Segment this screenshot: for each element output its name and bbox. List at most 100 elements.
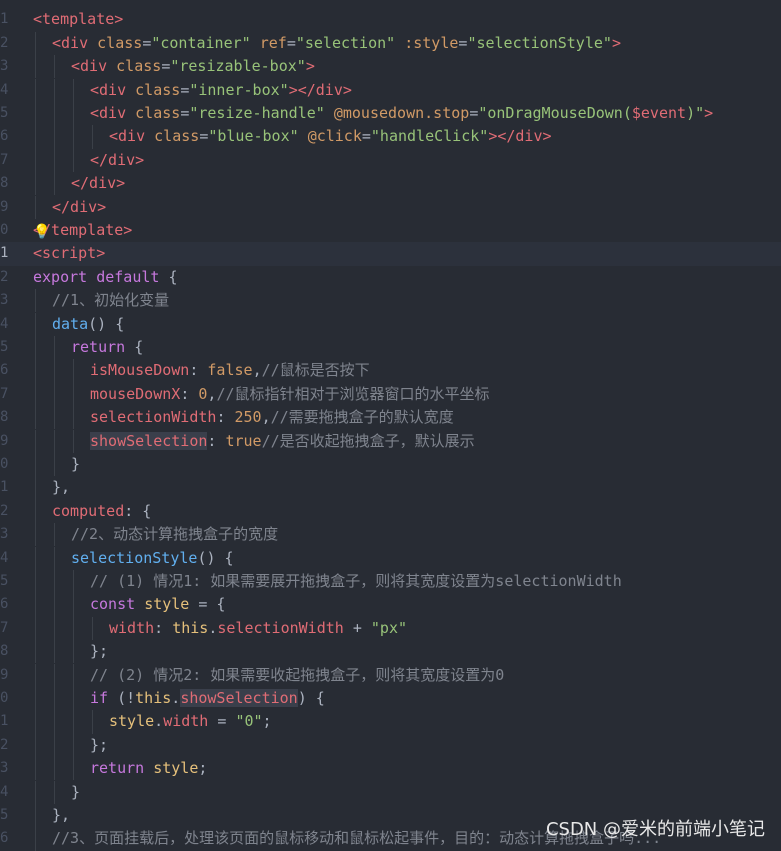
code-line[interactable]: 8 </div> <box>0 172 781 196</box>
code-line[interactable]: 8}; <box>0 640 781 664</box>
code-line[interactable]: 4} <box>0 780 781 804</box>
code-line[interactable]: 3 //1、初始化变量 <box>0 289 781 313</box>
code-token: = <box>208 712 236 731</box>
code-token: () { <box>88 314 125 333</box>
code-text: </div> <box>90 149 144 172</box>
code-token: "onDragMouseDown( <box>478 103 632 122</box>
indent-guide <box>35 546 36 570</box>
line-number: 3 <box>0 292 9 309</box>
code-line[interactable]: 2 <div class="container" ref="selection" … <box>0 31 781 56</box>
code-text: style.width = "0"; <box>109 710 272 733</box>
code-line[interactable]: 5 // (1) 情况1: 如果需要展开拖拽盒子，则将其宽度设置为selectio… <box>0 569 781 594</box>
code-token: = <box>180 80 190 99</box>
line-number: 1 <box>0 11 9 28</box>
indent-guide <box>35 382 36 407</box>
indent-guide <box>35 452 36 477</box>
indent-guide <box>54 523 55 547</box>
code-token: : <box>216 408 235 427</box>
lightbulb-icon[interactable]: 💡 <box>33 221 50 244</box>
code-line[interactable]: 1 style.width = "0"; <box>0 710 781 734</box>
line-number: 0 <box>0 689 9 706</box>
line-number: 8 <box>0 175 9 192</box>
indent-guide <box>73 710 74 734</box>
code-line[interactable]: 3 return style; <box>0 757 781 781</box>
indent-guide <box>92 710 93 734</box>
code-line[interactable]: 7 width: this.selectionWidth + "px" <box>0 616 781 641</box>
code-token: <div <box>71 57 117 76</box>
code-line[interactable]: 4 <div class="inner-box"></div> <box>0 78 781 102</box>
indent-guide <box>54 172 55 196</box>
code-line[interactable]: 6 const style = { <box>0 593 781 617</box>
line-number: 3 <box>0 58 9 75</box>
line-number: 3 <box>0 526 9 543</box>
indent-guide <box>35 476 36 500</box>
indent-guide <box>35 686 36 711</box>
code-line[interactable]: 5 <div class="resize-handle" @mousedown.s… <box>0 101 781 126</box>
code-line[interactable]: 4 data() { <box>0 312 781 336</box>
code-token: . <box>171 688 181 707</box>
code-line[interactable]: 3 //2、动态计算拖拽盒子的宽度 <box>0 523 781 547</box>
code-token: showSelection <box>90 431 208 450</box>
indent-guide <box>35 593 36 617</box>
code-line[interactable]: 7 </div> <box>0 148 781 173</box>
line-number: 2 <box>0 34 9 51</box>
line-number: 2 <box>0 502 9 519</box>
code-line[interactable]: 6 <div class="blue-box" @click="handleCli… <box>0 125 781 149</box>
code-line[interactable]: 0} <box>0 452 781 477</box>
code-token: <div <box>109 127 155 146</box>
code-token: "selection" <box>295 33 396 52</box>
code-line[interactable]: 3 <div class="resizable-box"> <box>0 55 781 79</box>
code-text: computed: { <box>52 500 151 523</box>
code-line[interactable]: 2 export default { <box>0 266 781 289</box>
indent-guide <box>35 125 36 149</box>
code-token: selectionStyle <box>71 548 198 567</box>
code-text: <div class="inner-box"></div> <box>90 79 352 102</box>
code-line[interactable]: 9 showSelection: true//是否收起拖拽盒子，默认展示 <box>0 429 781 453</box>
code-line[interactable]: 2}; <box>0 733 781 758</box>
code-line[interactable]: 6 isMouseDown: false,//鼠标是否按下 <box>0 359 781 383</box>
code-token: </div> <box>52 197 107 216</box>
indent-guide <box>35 31 36 56</box>
code-line[interactable]: 2 computed: { <box>0 499 781 524</box>
code-text: showSelection: true//是否收起拖拽盒子，默认展示 <box>90 430 475 453</box>
code-token: , <box>252 361 262 380</box>
code-token: }; <box>90 642 109 661</box>
code-token: style <box>144 595 190 614</box>
line-number: 0 <box>0 455 9 472</box>
code-line[interactable]: 0 </template> 💡 <box>0 219 781 242</box>
indent-guide <box>35 406 36 430</box>
code-token: false <box>207 361 253 380</box>
line-number: 8 <box>0 409 9 426</box>
code-line[interactable]: 1 <script> <box>0 242 781 266</box>
indent-guide <box>54 616 55 641</box>
code-line[interactable]: 0 if (!this.showSelection) { <box>0 686 781 711</box>
line-number: 4 <box>0 783 9 800</box>
line-number: 5 <box>0 104 9 121</box>
code-token: style <box>109 712 155 731</box>
code-line[interactable]: 5 return { <box>0 335 781 360</box>
code-line[interactable]: 4 selectionStyle() { <box>0 546 781 570</box>
code-text: if (!this.showSelection) { <box>90 687 325 710</box>
code-editor[interactable]: 1 <template> 2 <div class="container" ref="… <box>0 0 781 851</box>
code-token: showSelection <box>180 688 298 707</box>
code-token: <div <box>52 33 98 52</box>
code-line[interactable]: 9 // (2) 情况2: 如果需要收起拖拽盒子，则将其宽度设置为0 <box>0 663 781 687</box>
code-line[interactable]: 1}, <box>0 476 781 500</box>
code-token: //鼠标是否按下 <box>261 361 370 380</box>
code-line[interactable]: 8 selectionWidth: 250,//需要拖拽盒子的默认宽度 <box>0 406 781 430</box>
code-text: // (1) 情况1: 如果需要展开拖拽盒子，则将其宽度设置为selection… <box>90 570 622 593</box>
code-token: "handleClick" <box>370 127 489 146</box>
code-token: > <box>611 33 621 52</box>
code-token: 250 <box>234 408 262 427</box>
code-line[interactable]: 9 </div> <box>0 195 781 219</box>
indent-guide <box>35 55 36 79</box>
code-line[interactable]: 1 <template> <box>0 8 781 31</box>
indent-guide <box>54 335 55 360</box>
indent-guide <box>54 359 55 383</box>
code-line[interactable]: 7 mouseDownX: 0,//鼠标指针相对于浏览器窗口的水平坐标 <box>0 382 781 407</box>
line-number: 4 <box>0 549 9 566</box>
code-token: (! <box>117 688 136 707</box>
line-number: 7 <box>0 619 9 636</box>
code-token: data <box>52 314 89 333</box>
indent-guide <box>35 523 36 547</box>
